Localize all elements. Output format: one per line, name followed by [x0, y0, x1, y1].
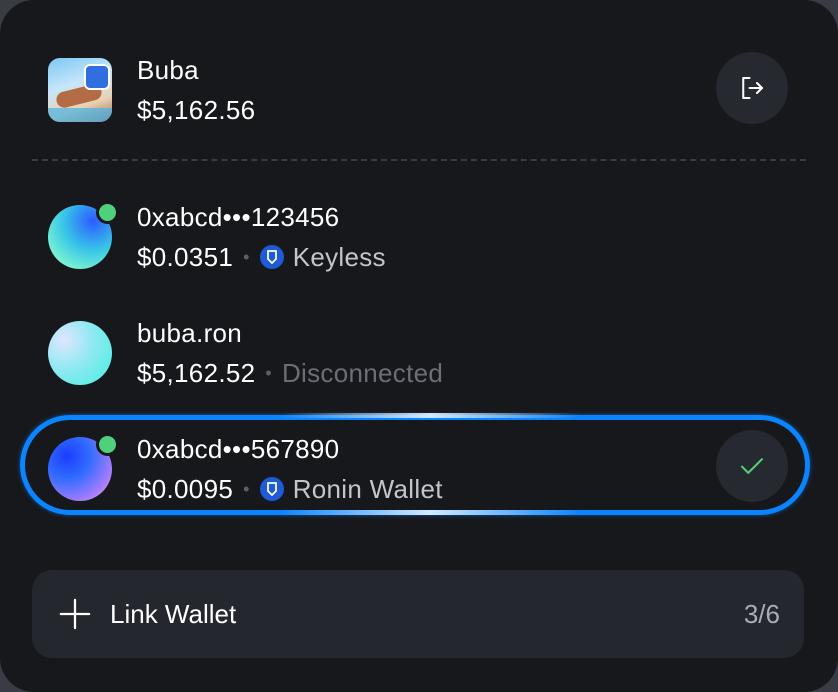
- plus-icon: [59, 598, 91, 630]
- online-status-dot: [96, 433, 119, 456]
- wallet-name: buba.ron: [137, 318, 243, 348]
- wallet-status: Disconnected: [281, 358, 444, 388]
- selected-check-button[interactable]: [716, 430, 788, 502]
- wallet-avatar: [48, 433, 119, 501]
- outline-highlight: [280, 413, 580, 418]
- separator-dot: •: [243, 479, 250, 499]
- wallet-address: 0xabcd•••123456: [137, 202, 340, 232]
- logout-icon: [742, 77, 763, 99]
- link-wallet-button[interactable]: Link Wallet 3/6: [32, 570, 804, 658]
- separator-dot: •: [243, 247, 250, 267]
- ronin-logo-icon: [259, 477, 284, 501]
- wallet-address: 0xabcd•••567890: [137, 434, 340, 464]
- wallet-avatar: [48, 321, 112, 385]
- wallet-balance: $5,162.52: [137, 358, 256, 388]
- outline-highlight: [280, 510, 580, 515]
- account-balance: $5,162.56: [137, 95, 256, 125]
- account-name: Buba: [137, 55, 199, 85]
- link-wallet-label: Link Wallet: [110, 598, 237, 629]
- account-header: Buba $5,162.56: [48, 55, 255, 125]
- wallet-item[interactable]: 0xabcd•••123456 $0.0351 • Keyless: [48, 201, 386, 272]
- check-icon: [741, 458, 763, 474]
- wallet-provider: Ronin Wallet: [292, 474, 443, 504]
- wallet-avatar: [48, 201, 119, 269]
- wallet-balance: $0.0351: [137, 242, 234, 272]
- wallet-item[interactable]: buba.ron $5,162.52 • Disconnected: [48, 318, 443, 388]
- ronin-logo-icon: [259, 245, 284, 269]
- game-avatar: [48, 58, 112, 122]
- wallet-item-selected[interactable]: 0xabcd•••567890 $0.0095 • Ronin Wallet: [48, 433, 443, 504]
- divider: [32, 159, 806, 161]
- online-status-dot: [96, 201, 119, 224]
- wallet-panel: Buba $5,162.56 0xabcd•••123456 $0.0351 •…: [0, 0, 838, 692]
- logout-button[interactable]: [716, 52, 788, 124]
- wallet-provider: Keyless: [292, 242, 386, 272]
- wallet-balance: $0.0095: [137, 474, 234, 504]
- separator-dot: •: [265, 363, 272, 383]
- wallet-count: 3/6: [743, 598, 780, 629]
